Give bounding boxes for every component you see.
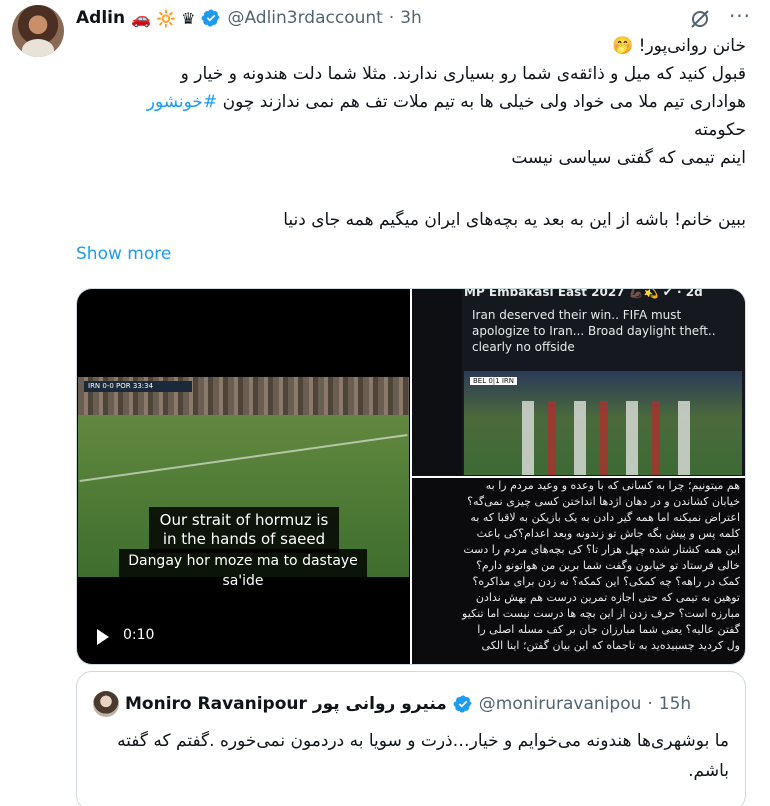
quoted-tweet[interactable]: Moniro Ravanipour منیرو روانی پور @monir… xyxy=(76,671,746,806)
author-handle[interactable]: @Adlin3rdaccount xyxy=(227,8,382,28)
video-duration: 0:10 xyxy=(123,627,155,643)
show-more-link[interactable]: Show more xyxy=(76,244,171,264)
grok-slash-icon[interactable] xyxy=(688,7,712,31)
quoted-header-separator: · xyxy=(647,694,653,714)
more-horizontal-icon[interactable]: ··· xyxy=(727,6,753,29)
video-subtitle-transliteration: Dangay hor moze ma to dastaye sa'ide xyxy=(119,549,367,593)
text-screenshot-text: هم میتونیم؛ چرا به کسانی که با وعده و وع… xyxy=(462,479,740,652)
post-screenshot-image[interactable]: MP Embakasi East 2027 💪🏿💫 ✔ · 2d Iran de… xyxy=(412,289,745,476)
quoted-tweet-text: ما بوشهری‌ها هندونه می‌خوایم و خیار…ذرت … xyxy=(117,731,729,781)
verified-badge-icon xyxy=(202,9,220,27)
video-scorebar: IRN 0-0 POR 33:34 xyxy=(84,381,192,392)
tweet-line: اینم تیمی که گفتی سیاسی نیست xyxy=(511,148,746,168)
tweet-line: قبول کنید که میل و ذائقه‌ی شما رو بسیاری… xyxy=(180,64,746,84)
video-subtitle-english: Our strait of hormuz is in the hands of … xyxy=(149,507,339,553)
tweet-line: هواداری تیم ملا می خواد ولی خیلی ها به ت… xyxy=(76,88,746,116)
post-screenshot-score: BEL 0|1 IRN xyxy=(470,377,518,385)
post-screenshot-photo: BEL 0|1 IRN xyxy=(464,371,742,475)
header-separator: · xyxy=(388,8,395,28)
tweet-line: حکومته xyxy=(693,120,746,140)
tweet-line: خانن روانی‌پور! 🤭 xyxy=(612,36,746,56)
author-emojis: 🚗 🔆 ♛ xyxy=(131,8,196,28)
tweet-line-text: هواداری تیم ملا می خواد ولی خیلی ها به ت… xyxy=(222,92,746,112)
play-icon[interactable] xyxy=(97,629,109,645)
quoted-tweet-header: Moniro Ravanipour منیرو روانی پور @monir… xyxy=(93,691,692,717)
post-screenshot-account: MP Embakasi East 2027 💪🏿💫 ✔ · 2d xyxy=(464,289,703,299)
hashtag-link[interactable]: #خونشور xyxy=(147,92,217,112)
tweet-header: Adlin 🚗 🔆 ♛ @Adlin3rdaccount · 3h xyxy=(76,6,422,30)
quoted-author-handle: @moniruravanipou xyxy=(478,694,642,714)
quoted-author-name: Moniro Ravanipour منیرو روانی پور xyxy=(125,694,447,714)
media-grid: IRN 0-0 POR 33:34 Our strait of hormuz i… xyxy=(76,288,746,665)
tweet-line: ببین خانم! باشه از این به بعد یه بچه‌های… xyxy=(283,210,746,230)
video-player[interactable]: IRN 0-0 POR 33:34 Our strait of hormuz i… xyxy=(77,289,410,664)
verified-badge-icon xyxy=(453,695,472,713)
tweet-text: خانن روانی‌پور! 🤭 قبول کنید که میل و ذائ… xyxy=(76,32,746,234)
quoted-timestamp: 15h xyxy=(658,694,692,714)
author-name[interactable]: Adlin xyxy=(76,8,125,28)
author-avatar[interactable] xyxy=(12,5,64,57)
tweet-timestamp[interactable]: 3h xyxy=(400,8,422,28)
quoted-author-avatar xyxy=(93,691,119,717)
post-screenshot-text: Iran deserved their win.. FIFA must apol… xyxy=(472,308,716,354)
text-screenshot-image[interactable]: هم میتونیم؛ چرا به کسانی که با وعده و وع… xyxy=(412,478,745,664)
